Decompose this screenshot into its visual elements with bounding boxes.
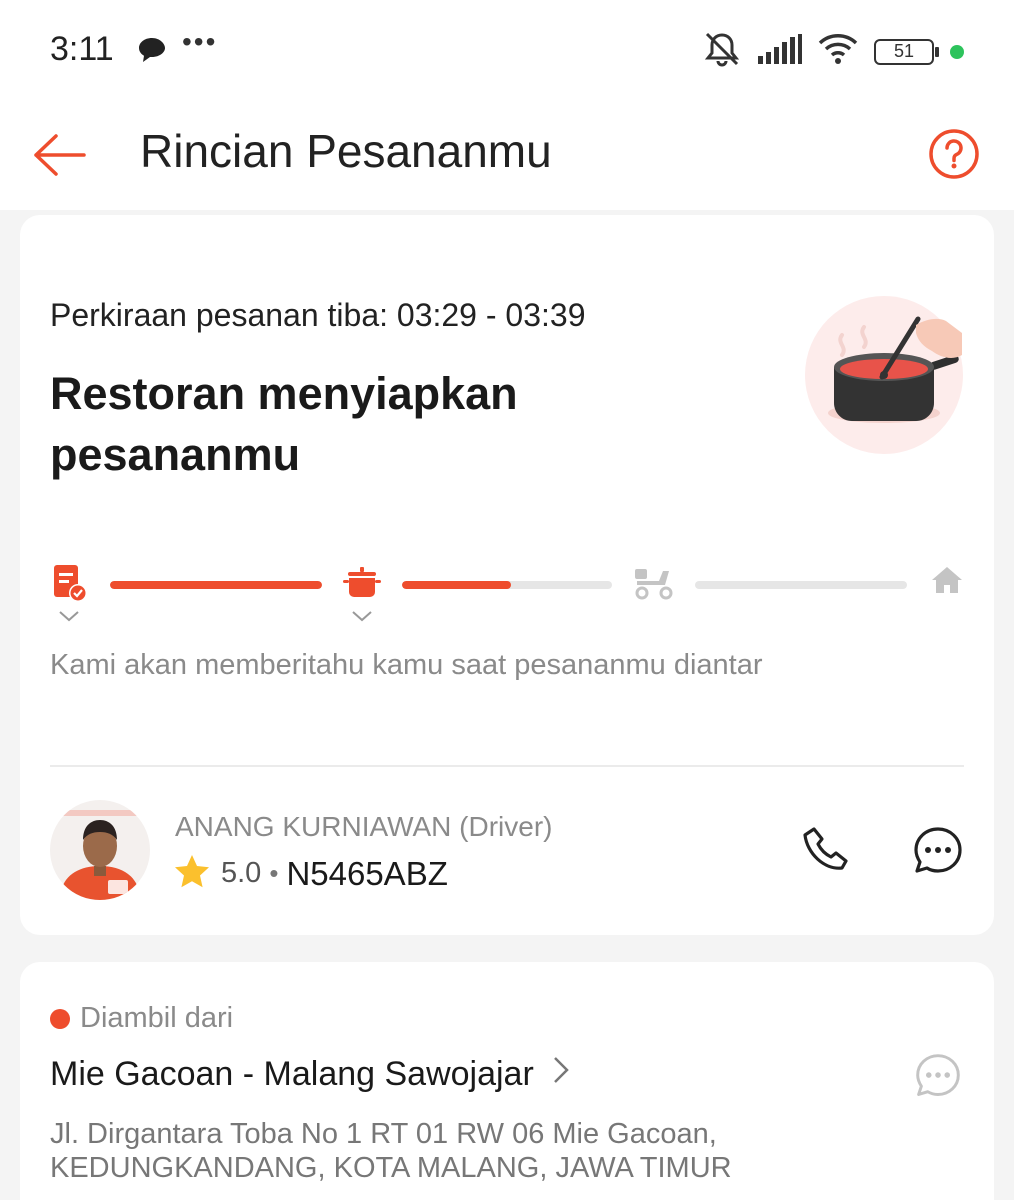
pickup-label: Diambil dari: [50, 1002, 233, 1035]
order-confirmed-icon: [50, 563, 90, 603]
cooking-illustration: [804, 295, 964, 455]
pickup-dot: [50, 1008, 70, 1029]
chevron-right-icon: [552, 1055, 570, 1094]
restaurant-link[interactable]: Mie Gacoan - Malang Sawojajar: [50, 1055, 570, 1094]
separator: •: [269, 858, 279, 888]
divider: [50, 765, 964, 767]
delivery-notice: Kami akan memberitahu kamu saat pesananm…: [50, 649, 763, 681]
status-icons: 51: [702, 30, 964, 73]
scooter-icon: [633, 563, 673, 603]
phone-icon: [803, 827, 848, 870]
status-headline: Restoran menyiapkan pesananmu: [50, 368, 518, 480]
help-icon: [929, 129, 979, 179]
driver-rating: 5.0: [221, 857, 262, 889]
pickup-label-text: Diambil dari: [80, 1002, 234, 1034]
online-dot: [950, 44, 964, 59]
wifi-icon: [818, 33, 858, 70]
chevron-down-icon: [58, 609, 80, 627]
page-title: Rincian Pesananmu: [140, 125, 552, 177]
arrow-left-icon: [34, 134, 86, 176]
star-icon: [173, 853, 211, 894]
driver-avatar[interactable]: [50, 800, 150, 900]
call-driver-button[interactable]: [802, 825, 852, 875]
help-button[interactable]: [928, 128, 980, 180]
vehicle-plate: N5465ABZ: [286, 854, 448, 892]
battery-icon: 51: [874, 38, 939, 65]
pickup-card: Diambil dari Mie Gacoan - Malang Sawojaj…: [20, 962, 994, 1200]
status-bar: 3:11 ••• 51: [0, 0, 1014, 100]
more-notifications: •••: [182, 26, 218, 57]
restaurant-name: Mie Gacoan - Malang Sawojajar: [50, 1055, 534, 1093]
status-time: 3:11: [50, 30, 114, 68]
signal-icon: [758, 34, 802, 69]
chat-restaurant-button[interactable]: [914, 1052, 962, 1100]
chat-icon: [916, 1054, 960, 1096]
chat-icon: [914, 827, 962, 873]
chat-driver-button[interactable]: [912, 825, 964, 877]
driver-meta: 5.0 • N5465ABZ: [173, 853, 448, 894]
restaurant-address: Jl. Dirgantara Toba No 1 RT 01 RW 06 Mie…: [50, 1118, 732, 1184]
bell-muted-icon: [702, 30, 742, 73]
progress-segment-1: [110, 581, 322, 589]
progress-tracker: [50, 563, 970, 633]
cooking-pot-icon: [342, 563, 382, 603]
eta-text: Perkiraan pesanan tiba: 03:29 - 03:39: [50, 297, 586, 333]
order-status-card: Perkiraan pesanan tiba: 03:29 - 03:39 Re…: [20, 215, 994, 935]
chevron-down-icon: [351, 609, 373, 627]
back-button[interactable]: [28, 124, 90, 186]
progress-segment-3: [695, 581, 907, 589]
progress-segment-2: [402, 581, 612, 589]
home-icon: [930, 563, 970, 603]
driver-name: ANANG KURNIAWAN (Driver): [175, 811, 553, 842]
app-bar: Rincian Pesananmu: [0, 100, 1014, 210]
message-bubble-icon: [137, 36, 167, 69]
